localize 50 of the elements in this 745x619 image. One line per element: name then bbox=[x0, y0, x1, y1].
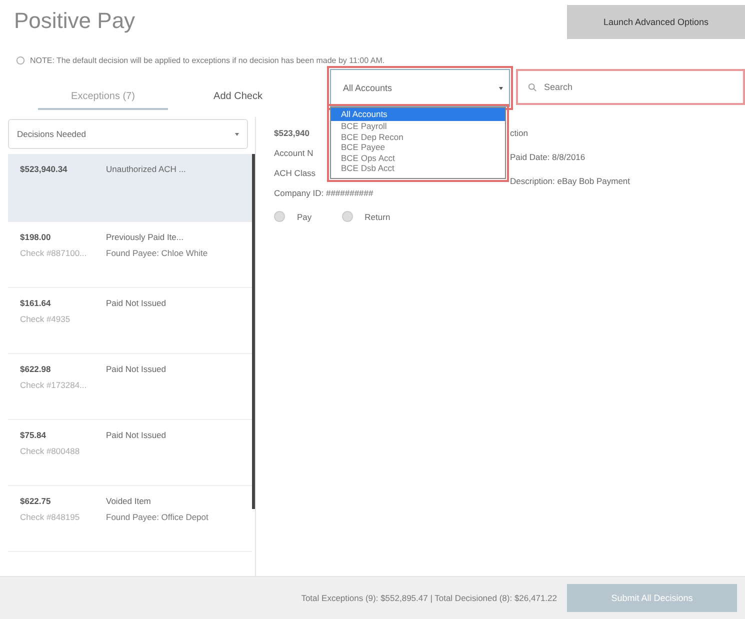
reason-text: Previously Paid Ite... bbox=[106, 232, 184, 242]
check-number: Check #173284... bbox=[20, 380, 88, 390]
detail-text: Account N bbox=[274, 147, 314, 160]
amount-text: $75.84 bbox=[20, 430, 47, 440]
caret-icon bbox=[499, 86, 503, 90]
dropdown-option[interactable]: BCE Ops Acct bbox=[331, 152, 505, 163]
dropdown-option[interactable]: BCE Dep Recon bbox=[331, 132, 505, 142]
reason-text: Paid Not Issued bbox=[106, 298, 168, 308]
radio-label: Pay bbox=[297, 212, 312, 222]
payee-text: Found Payee: Chloe White bbox=[106, 248, 209, 258]
reason-text: Paid Not Issued bbox=[106, 364, 168, 374]
account-select[interactable]: All Accounts bbox=[330, 69, 510, 107]
detail-text: Paid Date: 8/8/2016 bbox=[510, 151, 586, 164]
detail-text: $523,940 bbox=[274, 127, 310, 140]
dropdown-option[interactable]: BCE Payroll bbox=[331, 121, 505, 132]
reason-text: Paid Not Issued bbox=[106, 430, 168, 440]
radio-label: Return bbox=[364, 212, 390, 222]
detail-text: Company ID: ########## bbox=[274, 187, 374, 200]
amount-text: $523,940.34 bbox=[20, 164, 68, 174]
page-title: Positive Pay bbox=[14, 8, 136, 34]
info-icon bbox=[16, 56, 25, 65]
exception-row[interactable]: $622.75 Check #848195 Voided Item Found Payee: Office Depot bbox=[8, 486, 252, 552]
amount-text: $622.98 bbox=[20, 364, 52, 374]
exception-row[interactable]: $523,940.34 Unauthorized ACH ... bbox=[8, 154, 252, 222]
dropdown-option[interactable]: BCE Payee bbox=[331, 142, 505, 152]
caret-icon bbox=[235, 132, 239, 136]
amount-text: $161.64 bbox=[20, 298, 52, 308]
dropdown-option[interactable]: BCE Dsb Acct bbox=[331, 163, 505, 174]
amount-text: $198.00 bbox=[20, 232, 52, 242]
tab[interactable]: Add Check bbox=[168, 91, 308, 110]
note-text: NOTE: The default decision will be applied to exceptions if no decision has been made by 11:00 AM. bbox=[30, 56, 385, 65]
scrollbar[interactable] bbox=[252, 154, 255, 509]
detail-text: ACH Class bbox=[274, 167, 316, 180]
reason-text: Unauthorized ACH ... bbox=[106, 164, 187, 174]
check-number: Check #887100... bbox=[20, 248, 88, 258]
advanced-options-button[interactable]: Launch Advanced Options bbox=[567, 5, 745, 39]
dropdown-option[interactable]: All Accounts bbox=[331, 108, 505, 121]
totals-text: Total Exceptions (9): $552,895.47 | Total Decisioned (8): $26,471.22 bbox=[301, 593, 557, 603]
check-number: Check #4935 bbox=[20, 314, 72, 324]
detail-text: Description: eBay Bob Payment bbox=[510, 175, 630, 188]
payee-text: Found Payee: Office Depot bbox=[106, 512, 210, 522]
detail-text: ction bbox=[510, 127, 528, 140]
search-field[interactable]: Search bbox=[516, 69, 745, 105]
check-number: Check #848195 bbox=[20, 512, 81, 522]
check-number: Check #800488 bbox=[20, 446, 81, 456]
filter-select[interactable]: Decisions Needed bbox=[8, 119, 248, 149]
radio-button[interactable] bbox=[274, 211, 285, 222]
reason-text: Voided Item bbox=[106, 496, 152, 506]
radio-button[interactable] bbox=[342, 211, 353, 222]
amount-text: $622.75 bbox=[20, 496, 52, 506]
